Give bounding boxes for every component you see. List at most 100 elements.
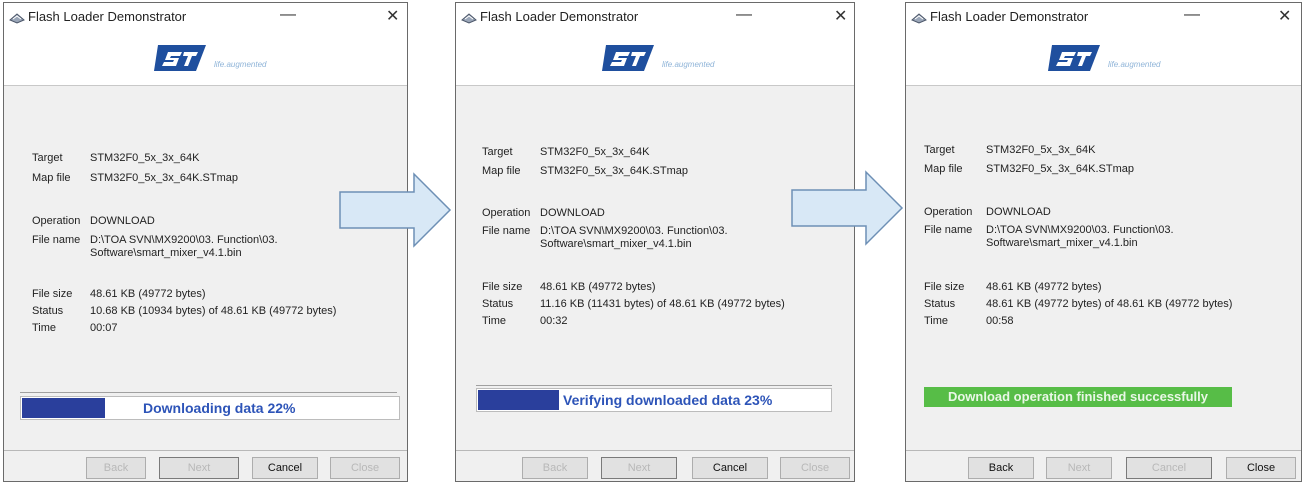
- progress-text: Download operation finished successfully: [947, 389, 1209, 404]
- st-logo: [602, 45, 654, 71]
- cancel-button[interactable]: Cancel: [692, 457, 768, 479]
- operation-label: Operation: [482, 207, 531, 219]
- close-button[interactable]: Close: [1226, 457, 1296, 479]
- file-name-value-line1: D:\TOA SVN\MX9200\03. Function\03.: [540, 225, 728, 237]
- target-value: STM32F0_5x_3x_64K: [986, 144, 1096, 156]
- map-file-label: Map file: [924, 163, 963, 175]
- title-bar[interactable]: Flash Loader Demonstrator — ✕: [456, 3, 854, 33]
- progress-text: Downloading data 22%: [143, 400, 296, 416]
- file-name-label: File name: [32, 234, 81, 246]
- right-arrow-icon: [339, 172, 452, 248]
- next-button[interactable]: Next: [1046, 457, 1112, 479]
- title-bar[interactable]: Flash Loader Demonstrator — ✕: [906, 3, 1301, 33]
- back-button[interactable]: Back: [968, 457, 1034, 479]
- file-name-value-line2: Software\smart_mixer_v4.1.bin: [90, 247, 242, 259]
- status-label: Status: [482, 298, 514, 310]
- close-icon[interactable]: ✕: [1278, 6, 1291, 26]
- window-title: Flash Loader Demonstrator: [28, 9, 187, 24]
- status-label: Status: [924, 298, 956, 310]
- target-label: Target: [482, 146, 513, 158]
- close-icon[interactable]: ✕: [386, 6, 399, 26]
- next-button[interactable]: Next: [601, 457, 677, 479]
- file-size-label: File size: [482, 281, 523, 293]
- status-value: 48.61 KB (49772 bytes) of 48.61 KB (4977…: [986, 298, 1233, 310]
- operation-label: Operation: [32, 215, 81, 227]
- target-value: STM32F0_5x_3x_64K: [540, 146, 650, 158]
- right-arrow-icon: [791, 170, 904, 246]
- target-value: STM32F0_5x_3x_64K: [90, 152, 200, 164]
- file-size-label: File size: [32, 288, 73, 300]
- status-value: 11.16 KB (11431 bytes) of 48.61 KB (4977…: [540, 298, 785, 310]
- target-label: Target: [32, 152, 63, 164]
- map-file-value: STM32F0_5x_3x_64K.STmap: [540, 165, 688, 177]
- time-value: 00:07: [90, 322, 118, 334]
- back-button[interactable]: Back: [522, 457, 588, 479]
- logo-banner: life.augmented: [456, 33, 854, 85]
- logo-banner: life.augmented: [4, 33, 407, 85]
- separator: [476, 385, 832, 386]
- cancel-button[interactable]: Cancel: [1126, 457, 1212, 479]
- logo-tagline: life.augmented: [1108, 60, 1161, 69]
- logo-banner: life.augmented: [906, 33, 1301, 85]
- progress-bar: Verifying downloaded data 23%: [476, 388, 832, 412]
- app-icon: [9, 13, 25, 24]
- app-icon: [461, 13, 477, 24]
- map-file-label: Map file: [32, 172, 71, 184]
- close-button[interactable]: Close: [780, 457, 850, 479]
- next-button[interactable]: Next: [159, 457, 239, 479]
- details-panel: Target STM32F0_5x_3x_64K Map file STM32F…: [456, 85, 854, 481]
- file-name-value-line1: D:\TOA SVN\MX9200\03. Function\03.: [90, 234, 278, 246]
- file-size-label: File size: [924, 281, 965, 293]
- time-label: Time: [32, 322, 57, 334]
- file-size-value: 48.61 KB (49772 bytes): [986, 281, 1102, 293]
- operation-value: DOWNLOAD: [90, 215, 155, 227]
- app-icon: [911, 13, 927, 24]
- operation-value: DOWNLOAD: [540, 207, 605, 219]
- details-panel: Target STM32F0_5x_3x_64K Map file STM32F…: [4, 85, 407, 481]
- flash-loader-window-finished: Flash Loader Demonstrator — ✕ life.augme…: [905, 2, 1302, 482]
- minimize-icon[interactable]: —: [1184, 6, 1200, 24]
- map-file-value: STM32F0_5x_3x_64K.STmap: [986, 163, 1134, 175]
- map-file-value: STM32F0_5x_3x_64K.STmap: [90, 172, 238, 184]
- target-label: Target: [924, 144, 955, 156]
- progress-bar: Downloading data 22%: [20, 396, 400, 420]
- operation-label: Operation: [924, 206, 973, 218]
- close-button[interactable]: Close: [330, 457, 400, 479]
- file-name-label: File name: [482, 225, 531, 237]
- title-bar[interactable]: Flash Loader Demonstrator — ✕: [4, 3, 407, 33]
- time-label: Time: [482, 315, 507, 327]
- details-panel: Target STM32F0_5x_3x_64K Map file STM32F…: [906, 85, 1301, 481]
- file-name-value-line1: D:\TOA SVN\MX9200\03. Function\03.: [986, 224, 1174, 236]
- st-logo: [1048, 45, 1100, 71]
- progress-fill: [478, 390, 560, 410]
- file-size-value: 48.61 KB (49772 bytes): [90, 288, 206, 300]
- separator: [20, 392, 397, 393]
- status-value: 10.68 KB (10934 bytes) of 48.61 KB (4977…: [90, 305, 337, 317]
- file-name-label: File name: [924, 224, 973, 236]
- st-logo: [154, 45, 206, 71]
- window-title: Flash Loader Demonstrator: [930, 9, 1089, 24]
- logo-tagline: life.augmented: [662, 60, 715, 69]
- file-size-value: 48.61 KB (49772 bytes): [540, 281, 656, 293]
- button-bar: Back Next Cancel Close: [456, 450, 854, 481]
- time-label: Time: [924, 315, 949, 327]
- minimize-icon[interactable]: —: [736, 6, 752, 24]
- window-title: Flash Loader Demonstrator: [480, 9, 639, 24]
- time-value: 00:58: [986, 315, 1014, 327]
- progress-text: Verifying downloaded data 23%: [563, 392, 773, 408]
- close-icon[interactable]: ✕: [834, 6, 847, 26]
- time-value: 00:32: [540, 315, 568, 327]
- logo-tagline: life.augmented: [214, 60, 267, 69]
- progress-bar-complete: Download operation finished successfully: [924, 387, 1232, 407]
- operation-value: DOWNLOAD: [986, 206, 1051, 218]
- status-label: Status: [32, 305, 64, 317]
- back-button[interactable]: Back: [86, 457, 146, 479]
- map-file-label: Map file: [482, 165, 521, 177]
- minimize-icon[interactable]: —: [280, 6, 296, 24]
- button-bar: Back Next Cancel Close: [4, 450, 407, 481]
- file-name-value-line2: Software\smart_mixer_v4.1.bin: [540, 238, 692, 250]
- cancel-button[interactable]: Cancel: [252, 457, 318, 479]
- button-bar: Back Next Cancel Close: [906, 450, 1301, 481]
- progress-fill: [22, 398, 106, 418]
- file-name-value-line2: Software\smart_mixer_v4.1.bin: [986, 237, 1138, 249]
